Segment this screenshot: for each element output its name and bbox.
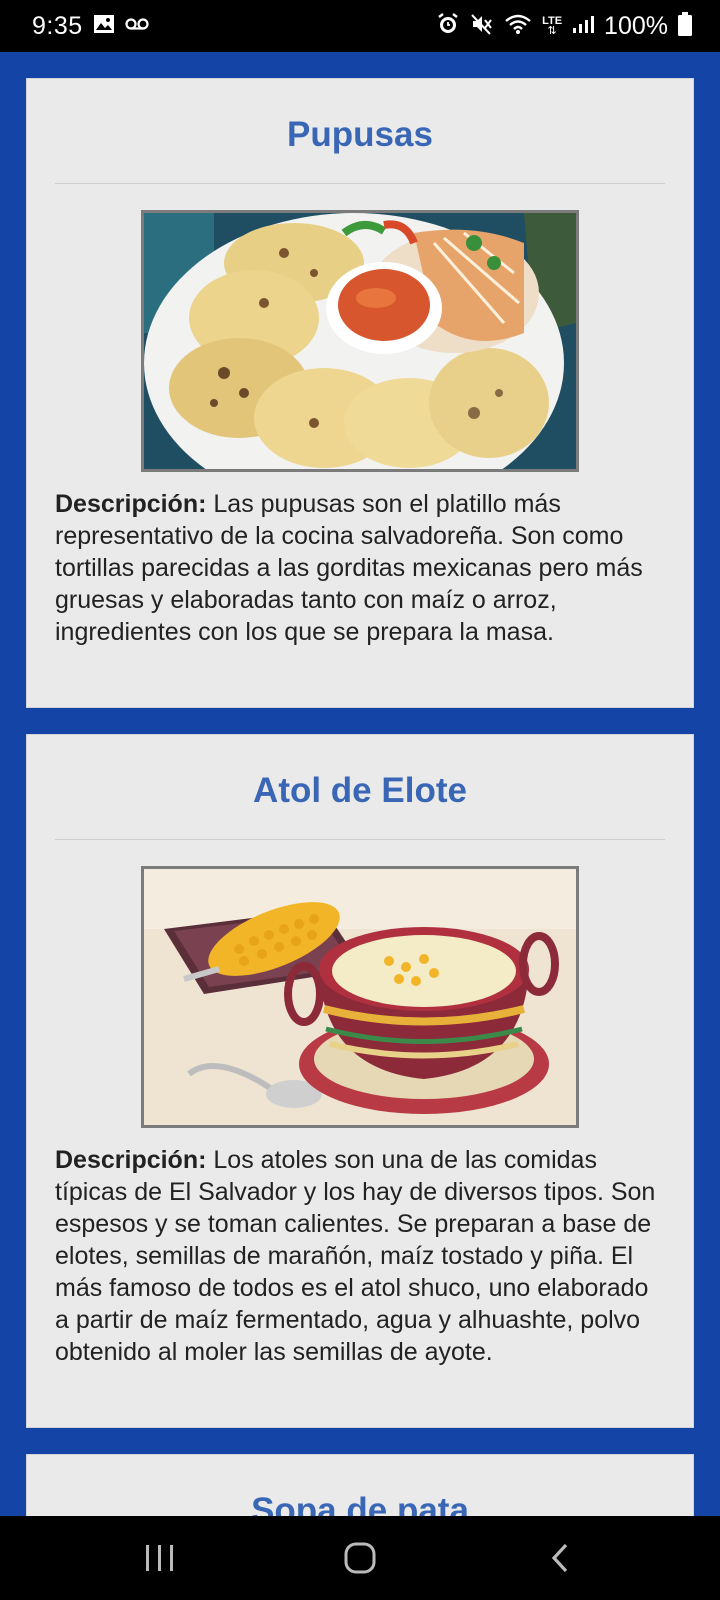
wifi-icon xyxy=(504,13,532,40)
home-icon[interactable] xyxy=(330,1528,390,1588)
back-icon[interactable] xyxy=(530,1528,590,1588)
status-right: LTE ⇅ 100% xyxy=(436,11,692,41)
navigation-bar xyxy=(0,1516,720,1600)
card-title: Sopa de pata xyxy=(251,1491,469,1516)
food-list[interactable]: Pupusas Descripción: Las pupusas son el … xyxy=(0,52,720,1516)
alarm-icon xyxy=(436,12,460,41)
status-left: 9:35 xyxy=(32,12,149,41)
description-label: Descripción: xyxy=(55,490,207,518)
food-card-atol-de-elote[interactable]: Atol de Elote Descripción: Los atoles so… xyxy=(26,734,694,1428)
battery-level: 100% xyxy=(604,11,668,40)
food-card-pupusas[interactable]: Pupusas Descripción: Las pupusas son el … xyxy=(26,78,694,708)
voicemail-icon xyxy=(125,17,149,36)
status-bar: 9:35 LTE ⇅ 100% xyxy=(0,0,720,52)
card-title: Pupusas xyxy=(287,115,433,154)
divider xyxy=(55,839,665,840)
lte-icon: LTE ⇅ xyxy=(542,15,563,37)
signal-icon xyxy=(572,14,595,39)
card-description: Descripción: Las pupusas son el platillo… xyxy=(27,472,693,648)
clock: 9:35 xyxy=(32,11,83,40)
description-text: Los atoles son una de las comidas típica… xyxy=(55,1146,656,1366)
food-card-sopa-de-pata[interactable]: Sopa de pata xyxy=(26,1454,694,1516)
card-title: Atol de Elote xyxy=(253,771,467,810)
divider xyxy=(55,183,665,184)
mute-icon xyxy=(470,12,494,41)
card-description: Descripción: Los atoles son una de las c… xyxy=(27,1128,693,1368)
battery-icon xyxy=(678,11,692,41)
atol-de-elote-photo xyxy=(141,866,579,1128)
gallery-icon xyxy=(93,14,115,39)
description-label: Descripción: xyxy=(55,1146,207,1174)
pupusas-photo xyxy=(141,210,579,472)
recents-icon[interactable] xyxy=(130,1528,190,1588)
